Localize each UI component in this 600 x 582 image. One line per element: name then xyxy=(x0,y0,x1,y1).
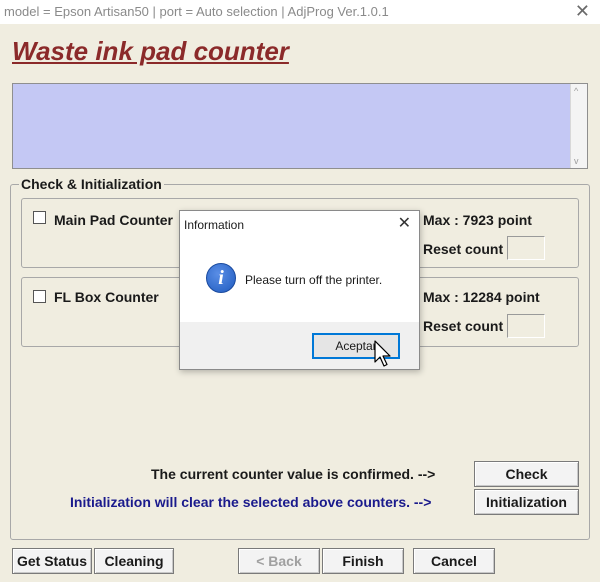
fl-box-reset-label: Reset count xyxy=(423,318,504,334)
check-button[interactable]: Check xyxy=(474,461,579,487)
dialog-close-icon[interactable]: ✕ xyxy=(398,213,411,233)
log-scrollbar[interactable]: ^ v xyxy=(570,84,587,168)
fl-box-counter-label: FL Box Counter xyxy=(54,289,159,305)
main-pad-reset-label: Reset count xyxy=(423,241,504,257)
fl-box-reset-count-field xyxy=(507,314,545,338)
window-titlebar: model = Epson Artisan50 | port = Auto se… xyxy=(0,0,600,24)
main-pad-reset-count-field xyxy=(507,236,545,260)
finish-button[interactable]: Finish xyxy=(322,548,404,574)
page-title: Waste ink pad counter xyxy=(12,36,289,66)
dialog-message: Please turn off the printer. xyxy=(245,273,383,287)
window-title: model = Epson Artisan50 | port = Auto se… xyxy=(4,4,389,19)
initialization-message: Initialization will clear the selected a… xyxy=(70,494,432,510)
back-button[interactable]: < Back xyxy=(238,548,320,574)
main-pad-max-label: Max : 7923 point xyxy=(423,212,532,228)
get-status-button[interactable]: Get Status xyxy=(12,548,92,574)
log-textarea[interactable]: ^ v xyxy=(12,83,588,169)
info-icon: i xyxy=(206,263,236,293)
main-pad-counter-label: Main Pad Counter xyxy=(54,212,174,228)
check-message: The current counter value is confirmed. … xyxy=(151,466,436,482)
main-pad-counter-checkbox[interactable] xyxy=(33,211,46,224)
mouse-cursor-icon xyxy=(374,340,391,367)
fl-box-max-label: Max : 12284 point xyxy=(423,289,540,305)
dialog-title: Information xyxy=(184,218,245,232)
fl-box-counter-checkbox[interactable] xyxy=(33,290,46,303)
cancel-button[interactable]: Cancel xyxy=(413,548,495,574)
initialization-button[interactable]: Initialization xyxy=(474,489,579,515)
cleaning-button[interactable]: Cleaning xyxy=(94,548,174,574)
scroll-down-icon[interactable]: v xyxy=(574,156,579,166)
scroll-up-icon[interactable]: ^ xyxy=(574,86,578,96)
close-icon[interactable]: ✕ xyxy=(575,1,590,21)
group-legend: Check & Initialization xyxy=(19,176,164,192)
